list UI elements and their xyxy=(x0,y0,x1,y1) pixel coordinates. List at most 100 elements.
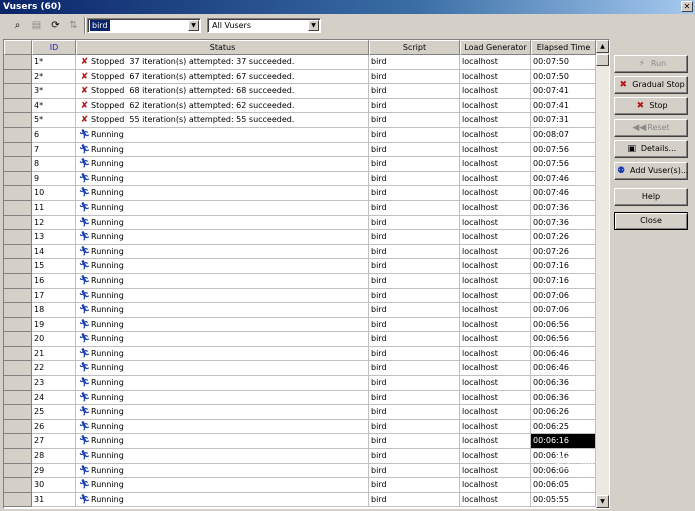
row-header[interactable] xyxy=(4,157,32,172)
row-header[interactable] xyxy=(4,332,32,347)
table-row[interactable]: 25 🏃︎Running bird localhost 00:06:26 xyxy=(4,405,596,420)
row-header[interactable] xyxy=(4,492,32,508)
header-load-generator[interactable]: Load Generator xyxy=(460,40,531,55)
load-generator-cell: localhost xyxy=(460,186,531,201)
running-vuser-icon: 🏃︎ xyxy=(78,480,91,491)
header-script[interactable]: Script xyxy=(369,40,460,55)
reset-button[interactable]: ◀◀Reset xyxy=(614,119,688,137)
table-row[interactable]: 6 🏃︎Running bird localhost 00:08:07 xyxy=(4,127,596,143)
row-header[interactable] xyxy=(4,434,32,450)
table-row[interactable]: 9 🏃︎Running bird localhost 00:07:46 xyxy=(4,171,596,187)
vusers-grid[interactable]: ID Status Script Load Generator Elapsed … xyxy=(3,39,610,509)
table-row[interactable]: 23 🏃︎Running bird localhost 00:06:36 xyxy=(4,376,596,391)
row-header[interactable] xyxy=(4,113,32,128)
toolbar: ⌕ ▤ ⟳ ⇅ bird ▼ All Vusers ▼ xyxy=(0,15,695,37)
status-cell: 🏃︎Running xyxy=(76,390,369,406)
stopped-vuser-icon: ✘ xyxy=(80,100,89,111)
row-header[interactable] xyxy=(4,288,32,304)
table-row[interactable]: 5* ✘ Stopped 55 iteration(s) attempted: 55… xyxy=(4,113,596,128)
chevron-down-icon[interactable]: ▼ xyxy=(308,20,319,31)
table-row[interactable]: 7 🏃︎Running bird localhost 00:07:56 xyxy=(4,142,596,158)
scroll-thumb[interactable] xyxy=(596,54,609,66)
row-header[interactable] xyxy=(4,273,32,289)
table-row[interactable]: 27 🏃︎Running bird localhost 00:06:16 xyxy=(4,434,596,450)
table-row[interactable]: 3* ✘ Stopped 68 iteration(s) attempted: 68… xyxy=(4,84,596,99)
row-header[interactable] xyxy=(4,405,32,420)
table-row[interactable]: 17 🏃︎Running bird localhost 00:07:06 xyxy=(4,288,596,304)
row-header[interactable] xyxy=(4,317,32,333)
filter-select[interactable]: All Vusers ▼ xyxy=(207,18,321,33)
row-header[interactable] xyxy=(4,361,32,377)
stop-button[interactable]: ✖ Stop xyxy=(614,97,688,115)
row-header[interactable] xyxy=(4,390,32,406)
row-header[interactable] xyxy=(4,463,32,479)
scroll-up-icon[interactable]: ▲ xyxy=(596,40,609,53)
gradual-stop-button[interactable]: ✖ Gradual Stop xyxy=(614,76,688,94)
table-row[interactable]: 15 🏃︎Running bird localhost 00:07:16 xyxy=(4,259,596,274)
row-header[interactable] xyxy=(4,171,32,187)
row-header[interactable] xyxy=(4,244,32,260)
row-header[interactable] xyxy=(4,303,32,318)
script-cell: bird xyxy=(369,303,460,318)
status-cell: 🏃︎Running xyxy=(76,244,369,260)
table-row[interactable]: 28 🏃︎Running bird localhost 00:06:16 xyxy=(4,449,596,464)
table-row[interactable]: 13 🏃︎Running bird localhost 00:07:26 xyxy=(4,230,596,245)
table-row[interactable]: 1* ✘ Stopped 37 iteration(s) attempted: 37… xyxy=(4,55,596,70)
table-row[interactable]: 4* ✘ Stopped 62 iteration(s) attempted: 62… xyxy=(4,98,596,114)
table-row[interactable]: 24 🏃︎Running bird localhost 00:06:36 xyxy=(4,390,596,406)
table-row[interactable]: 21 🏃︎Running bird localhost 00:06:46 xyxy=(4,346,596,362)
run-button[interactable]: ⚡ Run xyxy=(614,55,688,73)
table-row[interactable]: 12 🏃︎Running bird localhost 00:07:36 xyxy=(4,215,596,231)
refresh-icon[interactable]: ⟳ xyxy=(48,18,63,33)
row-header[interactable] xyxy=(4,346,32,362)
row-header[interactable] xyxy=(4,215,32,231)
magnify-icon[interactable]: ⌕ xyxy=(10,18,25,33)
add-vusers-button[interactable]: ⚉ Add Vuser(s)... xyxy=(614,162,688,180)
table-row[interactable]: 2* ✘ Stopped 67 iteration(s) attempted: 67… xyxy=(4,69,596,85)
row-header[interactable] xyxy=(4,478,32,493)
row-header[interactable] xyxy=(4,376,32,391)
row-header[interactable] xyxy=(4,200,32,216)
header-id[interactable]: ID xyxy=(32,40,76,55)
row-header[interactable] xyxy=(4,419,32,435)
table-row[interactable]: 26 🏃︎Running bird localhost 00:06:25 xyxy=(4,419,596,435)
details-button[interactable]: ▣ Details... xyxy=(614,140,688,158)
elapsed-time-cell: 00:07:46 xyxy=(531,186,596,201)
row-header[interactable] xyxy=(4,259,32,274)
vertical-scrollbar[interactable]: ▲ ▼ xyxy=(596,40,609,508)
scroll-down-icon[interactable]: ▼ xyxy=(596,495,609,508)
header-status[interactable]: Status xyxy=(76,40,369,55)
row-header[interactable] xyxy=(4,230,32,245)
details-view-icon[interactable]: ▤ xyxy=(29,18,44,33)
table-row[interactable]: 30 🏃︎Running bird localhost 00:06:05 xyxy=(4,478,596,493)
row-header[interactable] xyxy=(4,142,32,158)
header-elapsed-time[interactable]: Elapsed Time xyxy=(531,40,596,55)
table-row[interactable]: 11 🏃︎Running bird localhost 00:07:36 xyxy=(4,200,596,216)
table-row[interactable]: 16 🏃︎Running bird localhost 00:07:16 xyxy=(4,273,596,289)
load-generator-cell: localhost xyxy=(460,463,531,479)
close-window-icon[interactable]: ✕ xyxy=(681,1,693,12)
table-row[interactable]: 29 🏃︎Running bird localhost 00:06:06 xyxy=(4,463,596,479)
table-row[interactable]: 18 🏃︎Running bird localhost 00:07:06 xyxy=(4,303,596,318)
close-button[interactable]: Close xyxy=(614,212,688,230)
row-header[interactable] xyxy=(4,55,32,70)
table-row[interactable]: 10 🏃︎Running bird localhost 00:07:46 xyxy=(4,186,596,201)
row-header[interactable] xyxy=(4,98,32,114)
help-button[interactable]: Help xyxy=(614,188,688,206)
vuser-log-icon[interactable]: ⇅ xyxy=(66,18,81,33)
table-row[interactable]: 8 🏃︎Running bird localhost 00:07:56 xyxy=(4,157,596,172)
table-row[interactable]: 31 🏃︎Running bird localhost 00:05:55 xyxy=(4,492,596,508)
load-generator-cell: localhost xyxy=(460,98,531,114)
table-row[interactable]: 20 🏃︎Running bird localhost 00:06:56 xyxy=(4,332,596,347)
row-header[interactable] xyxy=(4,84,32,99)
group-select[interactable]: bird ▼ xyxy=(87,18,201,33)
table-row[interactable]: 22 🏃︎Running bird localhost 00:06:46 xyxy=(4,361,596,377)
chevron-down-icon[interactable]: ▼ xyxy=(188,20,199,31)
row-header[interactable] xyxy=(4,127,32,143)
load-generator-cell: localhost xyxy=(460,492,531,508)
row-header[interactable] xyxy=(4,449,32,464)
table-row[interactable]: 19 🏃︎Running bird localhost 00:06:56 xyxy=(4,317,596,333)
row-header[interactable] xyxy=(4,186,32,201)
table-row[interactable]: 14 🏃︎Running bird localhost 00:07:26 xyxy=(4,244,596,260)
row-header[interactable] xyxy=(4,69,32,85)
